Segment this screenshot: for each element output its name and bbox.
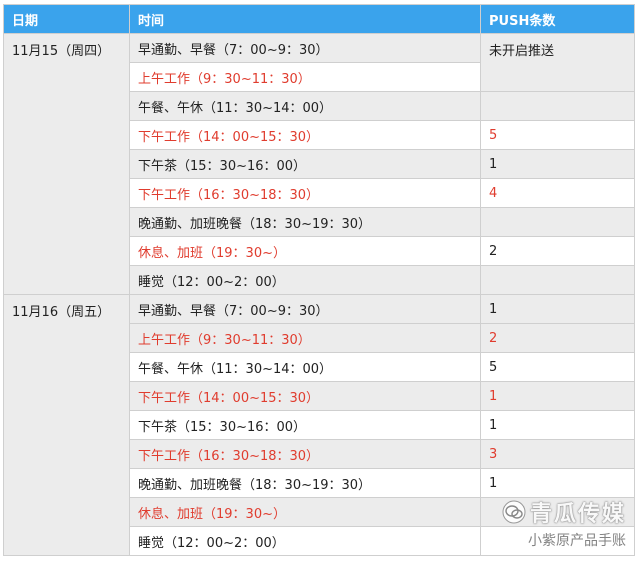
push-cell bbox=[480, 497, 635, 527]
push-cell: 1 bbox=[480, 468, 635, 498]
push-cell bbox=[480, 207, 635, 237]
date-cell: 11月15（周四） bbox=[3, 33, 130, 295]
push-cell bbox=[480, 265, 635, 295]
push-cell: 2 bbox=[480, 323, 635, 353]
push-cell: 1 bbox=[480, 381, 635, 411]
time-cell: 下午工作（16：30~18：30） bbox=[129, 178, 481, 208]
push-cell: 5 bbox=[480, 352, 635, 382]
time-cell: 下午工作（14：00~15：30） bbox=[129, 381, 481, 411]
time-cell: 睡觉（12：00~2：00） bbox=[129, 265, 481, 295]
header-date: 日期 bbox=[3, 4, 130, 34]
push-cell: 3 bbox=[480, 439, 635, 469]
time-cell: 下午工作（14：00~15：30） bbox=[129, 120, 481, 150]
push-cell: 1 bbox=[480, 410, 635, 440]
time-cell: 下午工作（16：30~18：30） bbox=[129, 439, 481, 469]
push-cell: 1 bbox=[480, 294, 635, 324]
time-cell: 晚通勤、加班晚餐（18：30~19：30） bbox=[129, 468, 481, 498]
time-cell: 午餐、午休（11：30~14：00） bbox=[129, 91, 481, 121]
time-cell: 下午茶（15：30~16：00） bbox=[129, 149, 481, 179]
time-cell: 休息、加班（19：30~） bbox=[129, 236, 481, 266]
time-cell: 午餐、午休（11：30~14：00） bbox=[129, 352, 481, 382]
header-push: PUSH条数 bbox=[480, 4, 635, 34]
push-cell: 5 bbox=[480, 120, 635, 150]
push-cell: 1 bbox=[480, 149, 635, 179]
time-cell: 休息、加班（19：30~） bbox=[129, 497, 481, 527]
time-cell: 上午工作（9：30~11：30） bbox=[129, 62, 481, 92]
push-cell bbox=[480, 91, 635, 121]
time-cell: 晚通勤、加班晚餐（18：30~19：30） bbox=[129, 207, 481, 237]
push-cell: 4 bbox=[480, 178, 635, 208]
header-time: 时间 bbox=[129, 4, 481, 34]
push-cell bbox=[480, 526, 635, 556]
push-cell: 2 bbox=[480, 236, 635, 266]
time-cell: 早通勤、早餐（7：00~9：30） bbox=[129, 33, 481, 63]
time-cell: 下午茶（15：30~16：00） bbox=[129, 410, 481, 440]
time-cell: 上午工作（9：30~11：30） bbox=[129, 323, 481, 353]
header-row: 日期 时间 PUSH条数 bbox=[3, 4, 635, 34]
push-cell: 未开启推送 bbox=[480, 33, 635, 92]
time-cell: 早通勤、早餐（7：00~9：30） bbox=[129, 294, 481, 324]
table-row: 11月15（周四） 早通勤、早餐（7：00~9：30） 未开启推送 bbox=[3, 33, 635, 295]
table-row: 11月16（周五） 早通勤、早餐（7：00~9：30） 1 bbox=[3, 294, 635, 556]
time-cell: 睡觉（12：00~2：00） bbox=[129, 526, 481, 556]
date-cell: 11月16（周五） bbox=[3, 294, 130, 556]
push-schedule-table: 日期 时间 PUSH条数 11月15（周四） 早通勤、早餐（7：00~9：30）… bbox=[3, 4, 635, 556]
